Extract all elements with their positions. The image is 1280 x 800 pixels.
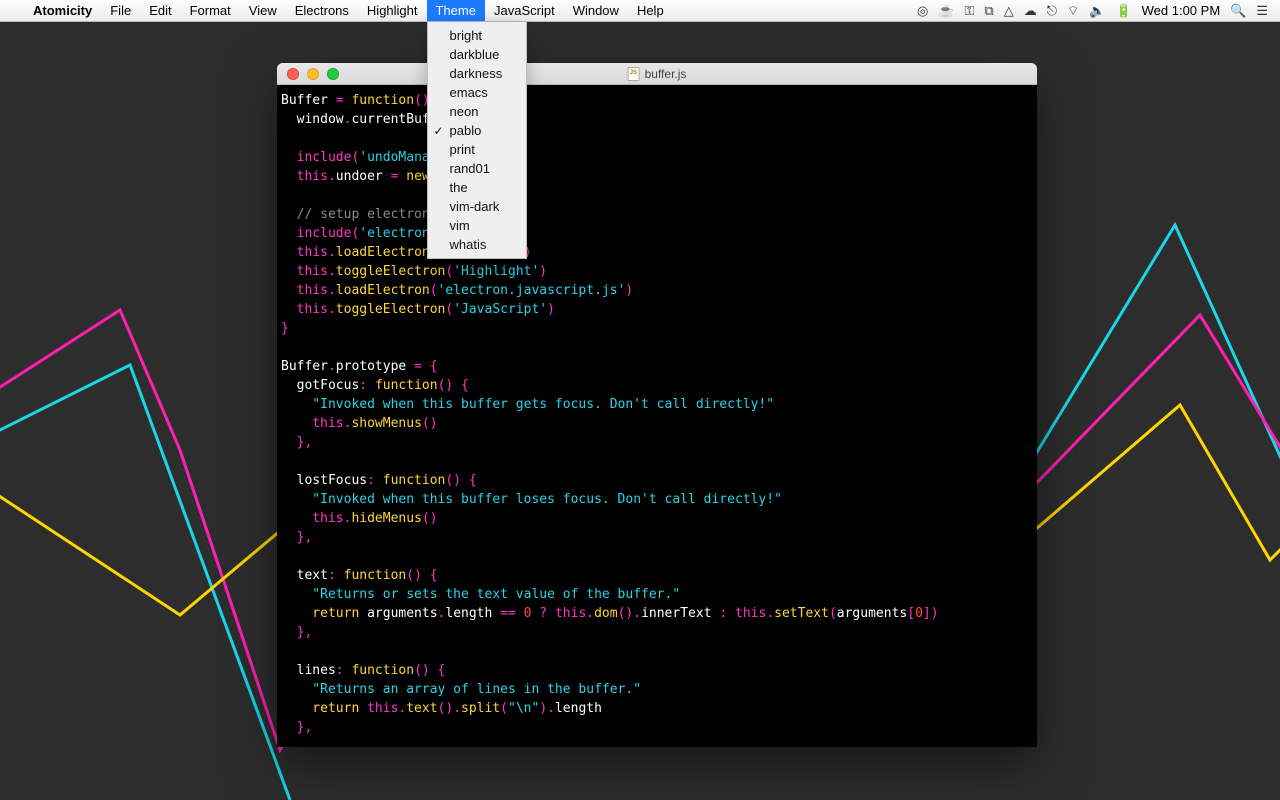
status-cloud-icon[interactable]: ☁ [1024, 3, 1037, 19]
status-caffeine-icon[interactable]: ☕ [938, 3, 954, 19]
status-dropbox-icon[interactable]: ⧉ [984, 3, 993, 19]
menu-electrons[interactable]: Electrons [286, 0, 358, 21]
menu-edit[interactable]: Edit [140, 0, 180, 21]
status-drive-icon[interactable]: △ [1004, 3, 1014, 19]
theme-option-label: print [450, 142, 475, 157]
theme-option-neon[interactable]: neon [428, 102, 526, 121]
theme-option-print[interactable]: print [428, 140, 526, 159]
file-icon [628, 67, 640, 81]
theme-option-label: neon [450, 104, 479, 119]
theme-option-label: emacs [450, 85, 488, 100]
menu-format[interactable]: Format [181, 0, 240, 21]
zoom-button[interactable] [327, 68, 339, 80]
theme-option-label: vim-dark [450, 199, 500, 214]
status-key-icon[interactable]: ⚿ [965, 3, 975, 19]
status-battery-icon[interactable]: 🔋 [1115, 3, 1131, 19]
code-editor[interactable]: Buffer = function() { window.currentBuff… [277, 85, 1037, 747]
menu-window[interactable]: Window [564, 0, 628, 21]
theme-option-darkness[interactable]: darkness [428, 64, 526, 83]
menu-theme[interactable]: Theme [427, 0, 485, 21]
status-bluetooth-icon[interactable]: ⎋ [1047, 3, 1057, 19]
status-siri-icon[interactable]: ◎ [917, 3, 928, 19]
theme-option-label: the [450, 180, 468, 195]
status-wifi-icon[interactable]: ⌔ [1067, 3, 1079, 19]
menu-view[interactable]: View [240, 0, 286, 21]
theme-option-rand01[interactable]: rand01 [428, 159, 526, 178]
theme-option-label: bright [450, 28, 483, 43]
spotlight-icon[interactable]: 🔍 [1230, 3, 1246, 19]
theme-option-vim-dark[interactable]: vim-dark [428, 197, 526, 216]
close-button[interactable] [287, 68, 299, 80]
check-icon: ✓ [434, 124, 444, 138]
theme-option-label: darkness [450, 66, 503, 81]
menu-file[interactable]: File [101, 0, 140, 21]
menu-highlight[interactable]: Highlight [358, 0, 427, 21]
theme-option-label: pablo [450, 123, 482, 138]
theme-option-emacs[interactable]: emacs [428, 83, 526, 102]
theme-option-pablo[interactable]: ✓ pablo [428, 121, 526, 140]
minimize-button[interactable] [307, 68, 319, 80]
menu-javascript[interactable]: JavaScript [485, 0, 564, 21]
theme-option-label: vim [450, 218, 470, 233]
window-title: buffer.js [645, 67, 687, 81]
notification-center-icon[interactable]: ☰ [1256, 3, 1268, 19]
status-volume-icon[interactable]: 🔈 [1089, 3, 1105, 19]
theme-option-the[interactable]: the [428, 178, 526, 197]
menubar-clock[interactable]: Wed 1:00 PM [1142, 3, 1221, 18]
app-menu[interactable]: Atomicity [24, 0, 101, 21]
theme-dropdown: bright darkblue darkness emacs neon ✓ pablo pri… [427, 22, 527, 259]
theme-option-label: rand01 [450, 161, 490, 176]
theme-option-label: darkblue [450, 47, 500, 62]
theme-option-label: whatis [450, 237, 487, 252]
theme-option-bright[interactable]: bright [428, 26, 526, 45]
menu-help[interactable]: Help [628, 0, 673, 21]
system-menubar: Atomicity File Edit Format View Electron… [0, 0, 1280, 22]
window-titlebar[interactable]: buffer.js [277, 63, 1037, 85]
theme-option-whatis[interactable]: whatis [428, 235, 526, 254]
theme-option-vim[interactable]: vim [428, 216, 526, 235]
editor-window: buffer.js Buffer = function() { window.c… [277, 63, 1037, 747]
theme-option-darkblue[interactable]: darkblue [428, 45, 526, 64]
